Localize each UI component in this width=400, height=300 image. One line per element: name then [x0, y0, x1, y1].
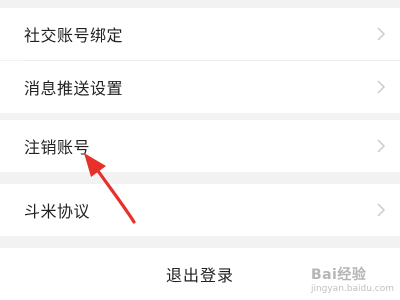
- watermark-url: jingyan.baidu.com: [310, 284, 394, 294]
- chevron-right-icon: [376, 200, 386, 220]
- watermark: Bai经验 jingyan.baidu.com: [311, 264, 394, 294]
- chevron-right-icon: [376, 136, 386, 156]
- settings-item-label: 消息推送设置: [24, 79, 124, 98]
- chevron-right-icon: [376, 24, 386, 44]
- settings-item-doumi-agreement[interactable]: 斗米协议: [0, 184, 400, 236]
- logout-label: 退出登录: [165, 266, 234, 285]
- chevron-right-icon: [376, 77, 386, 97]
- settings-item-social-binding[interactable]: 社交账号绑定: [0, 8, 400, 60]
- settings-screen: 社交账号绑定 消息推送设置 注销账号 斗米协议 退出登录 Bai经验 jingy…: [0, 0, 400, 300]
- settings-item-label: 斗米协议: [24, 202, 91, 221]
- watermark-brand: Bai经验: [310, 267, 367, 283]
- settings-item-push-settings[interactable]: 消息推送设置: [0, 61, 400, 113]
- settings-item-delete-account[interactable]: 注销账号: [0, 120, 400, 172]
- settings-item-label: 社交账号绑定: [24, 26, 124, 45]
- settings-item-label: 注销账号: [24, 138, 91, 157]
